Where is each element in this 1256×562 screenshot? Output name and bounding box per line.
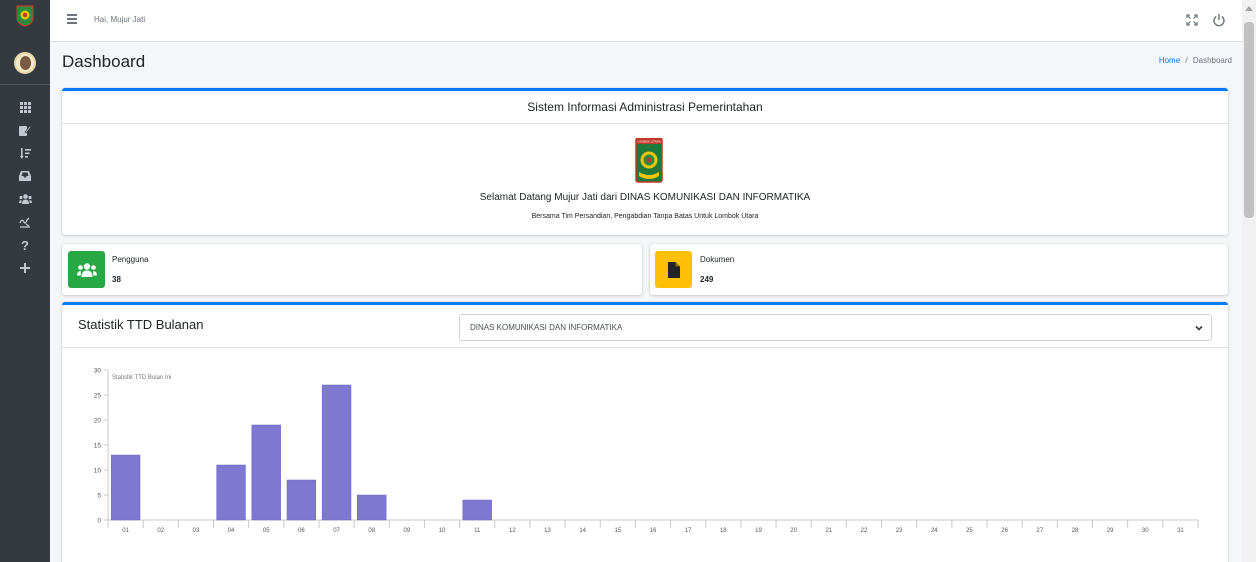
x-tick-label: 22 bbox=[861, 528, 868, 534]
x-tick-label: 23 bbox=[896, 528, 903, 534]
stat-label: Dokumen bbox=[700, 255, 735, 264]
x-tick-label: 28 bbox=[1072, 528, 1079, 534]
x-tick-label: 05 bbox=[263, 528, 270, 534]
plus-icon[interactable] bbox=[17, 260, 33, 276]
x-tick-label: 02 bbox=[157, 528, 164, 534]
x-tick-label: 15 bbox=[614, 528, 621, 534]
x-tick-label: 04 bbox=[228, 528, 235, 534]
x-tick-label: 31 bbox=[1177, 528, 1184, 534]
x-tick-label: 25 bbox=[966, 528, 973, 534]
scroll-thumb[interactable] bbox=[1244, 22, 1254, 218]
users-icon bbox=[68, 251, 105, 288]
breadcrumb-separator: / bbox=[1185, 56, 1188, 65]
x-tick-label: 13 bbox=[544, 528, 551, 534]
x-tick-label: 21 bbox=[825, 528, 832, 534]
x-tick-label: 16 bbox=[650, 528, 657, 534]
stat-box-dokumen: Dokumen 249 bbox=[650, 244, 1228, 295]
breadcrumb-home-link[interactable]: Home bbox=[1159, 56, 1180, 65]
th-icon[interactable] bbox=[17, 99, 33, 115]
x-tick-label: 08 bbox=[368, 528, 375, 534]
bar-04 bbox=[216, 464, 246, 521]
user-avatar[interactable] bbox=[14, 52, 36, 74]
breadcrumb-current: Dashboard bbox=[1192, 56, 1232, 65]
x-tick-label: 27 bbox=[1036, 528, 1043, 534]
regency-logo[interactable] bbox=[15, 5, 35, 27]
question-icon[interactable]: ? bbox=[17, 237, 33, 253]
x-tick-label: 19 bbox=[755, 528, 762, 534]
sort-icon[interactable] bbox=[17, 145, 33, 161]
sidebar: ? bbox=[0, 0, 50, 562]
emblem-text: LOMBOK UTARA bbox=[637, 140, 661, 144]
signature-icon[interactable] bbox=[17, 214, 33, 230]
card-header-divider bbox=[62, 347, 1228, 348]
bar-05 bbox=[251, 424, 281, 521]
regency-emblem: LOMBOK UTARA bbox=[635, 138, 663, 183]
chevron-down-icon bbox=[1195, 325, 1203, 331]
bar-01 bbox=[110, 454, 141, 521]
x-tick-label: 20 bbox=[790, 528, 797, 534]
monthly-signature-chart: 051015202530Statistik TTD Bulan Ini01 02 0… bbox=[94, 368, 1199, 534]
bar-11 bbox=[462, 499, 492, 521]
welcome-message: Selamat Datang Mujur Jati dari DINAS KOM… bbox=[479, 192, 811, 203]
y-tick-label: 20 bbox=[94, 418, 102, 425]
department-select[interactable]: DINAS KOMUNIKASI DAN INFORMATIKA bbox=[459, 314, 1212, 341]
stat-box-pengguna: Pengguna 38 bbox=[62, 244, 642, 295]
welcome-card-title: Sistem Informasi Administrasi Pemerintah… bbox=[62, 91, 1228, 124]
page-title: Dashboard bbox=[62, 52, 146, 71]
y-tick-label: 5 bbox=[97, 493, 101, 500]
bar-07 bbox=[321, 384, 352, 521]
scroll-up-arrow[interactable] bbox=[1245, 6, 1253, 11]
y-tick-label: 15 bbox=[94, 443, 102, 450]
x-tick-label: 29 bbox=[1107, 528, 1114, 534]
x-tick-label: 17 bbox=[685, 528, 692, 534]
page-scrollbar[interactable] bbox=[1242, 0, 1256, 562]
chart-card-title: Statistik TTD Bulanan bbox=[78, 317, 204, 332]
hamburger-icon[interactable] bbox=[67, 14, 77, 24]
breadcrumb: Home / Dashboard bbox=[1159, 56, 1232, 65]
x-tick-label: 11 bbox=[474, 528, 481, 534]
file-icon bbox=[655, 251, 692, 288]
y-tick-label: 0 bbox=[97, 518, 101, 525]
inbox-icon[interactable] bbox=[17, 168, 33, 184]
x-tick-label: 12 bbox=[509, 528, 516, 534]
x-tick-label: 24 bbox=[931, 528, 938, 534]
x-tick-label: 26 bbox=[1001, 528, 1008, 534]
x-tick-label: 03 bbox=[193, 528, 200, 534]
greeting-text: Hai, Mujur Jati bbox=[94, 15, 146, 24]
x-tick-label: 07 bbox=[333, 528, 340, 534]
x-tick-label: 30 bbox=[1142, 528, 1149, 534]
x-tick-label: 09 bbox=[404, 528, 411, 534]
expand-icon[interactable] bbox=[1186, 14, 1198, 26]
power-icon[interactable] bbox=[1212, 13, 1226, 27]
x-tick-label: 14 bbox=[579, 528, 586, 534]
x-tick-label: 18 bbox=[720, 528, 727, 534]
y-tick-label: 10 bbox=[94, 468, 102, 475]
bar-08 bbox=[357, 494, 387, 521]
stat-value: 249 bbox=[700, 275, 714, 284]
x-tick-label: 10 bbox=[439, 528, 446, 534]
department-select-value: DINAS KOMUNIKASI DAN INFORMATIKA bbox=[470, 323, 623, 332]
users-icon[interactable] bbox=[17, 191, 33, 207]
stat-label: Pengguna bbox=[112, 255, 149, 264]
series-label: Statistik TTD Bulan Ini bbox=[112, 375, 171, 381]
top-navbar: Hai, Mujur Jati bbox=[50, 0, 1242, 42]
edit-icon[interactable] bbox=[17, 122, 33, 138]
bar-06 bbox=[286, 479, 317, 521]
stat-value: 38 bbox=[112, 275, 121, 284]
welcome-card: Sistem Informasi Administrasi Pemerintah… bbox=[62, 88, 1228, 235]
welcome-tagline: Bersama Tim Persandian, Pengabdian Tanpa… bbox=[531, 213, 759, 220]
y-tick-label: 25 bbox=[94, 393, 102, 400]
x-tick-label: 06 bbox=[298, 528, 305, 534]
y-tick-label: 30 bbox=[94, 368, 102, 375]
sidebar-divider bbox=[0, 84, 50, 85]
x-tick-label: 01 bbox=[122, 528, 129, 534]
